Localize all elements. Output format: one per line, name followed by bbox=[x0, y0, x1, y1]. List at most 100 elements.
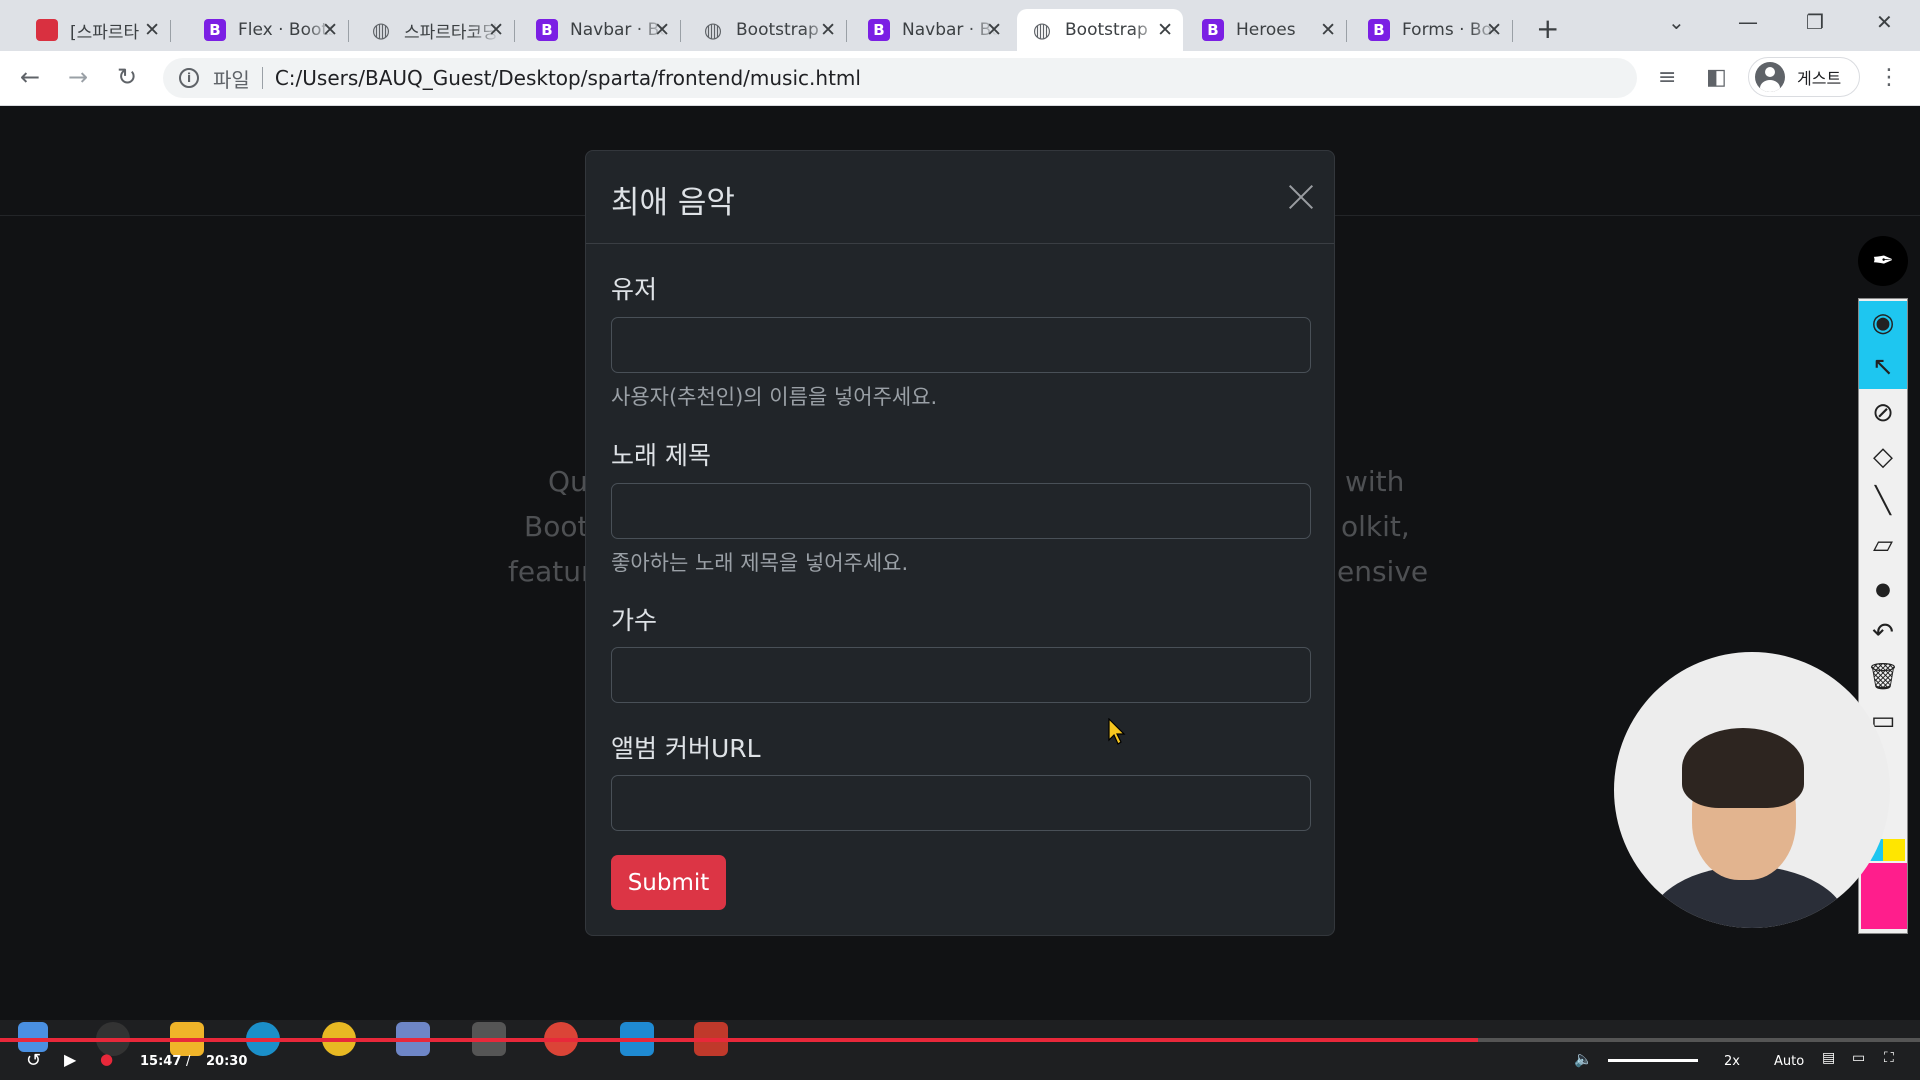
trash-icon[interactable]: 🗑 bbox=[1859, 655, 1907, 699]
address-scheme-label: 파일 bbox=[213, 67, 250, 92]
reading-list-icon[interactable]: ≡ bbox=[1658, 65, 1676, 90]
menu-kebab-icon[interactable]: ⋮ bbox=[1878, 65, 1900, 90]
current-time: 15:47 bbox=[140, 1054, 182, 1069]
close-tab-icon[interactable]: ✕ bbox=[986, 19, 1002, 41]
globe-icon: ◍ bbox=[1032, 18, 1052, 42]
seek-progress bbox=[0, 1038, 1479, 1042]
close-tab-icon[interactable]: ✕ bbox=[1486, 19, 1502, 41]
play-icon[interactable]: ▶ bbox=[64, 1050, 76, 1069]
tab-title: Bootstrap bbox=[736, 20, 819, 40]
address-url[interactable]: C:/Users/BAUQ_Guest/Desktop/sparta/front… bbox=[275, 66, 861, 90]
fullscreen-icon[interactable]: ⛶ bbox=[1884, 1050, 1894, 1066]
color-swatch-magenta[interactable] bbox=[1861, 863, 1907, 929]
bootstrap-icon: B bbox=[868, 19, 890, 41]
close-tab-icon[interactable]: ✕ bbox=[144, 19, 160, 41]
close-tab-icon[interactable]: ✕ bbox=[1157, 19, 1173, 41]
highlighter-icon[interactable]: ◇ bbox=[1859, 435, 1907, 479]
bootstrap-icon: B bbox=[536, 19, 558, 41]
hero-text-fragment: ensive bbox=[1337, 555, 1429, 588]
hero-text-fragment: featur bbox=[508, 555, 593, 588]
tab-bootstrap[interactable]: ◍ Bootstrap ✕ bbox=[688, 9, 847, 51]
eraser-icon[interactable]: ▱ bbox=[1859, 523, 1907, 567]
album-cover-url-label: 앨범 커버URL bbox=[611, 734, 761, 763]
user-label: 유저 bbox=[611, 275, 658, 304]
close-tab-icon[interactable]: ✕ bbox=[322, 19, 338, 41]
browser-tab-strip: [스파르타 ✕ B Flex · Bootstrap ✕ ◍ 스파르타코딩 ✕ … bbox=[0, 0, 1920, 51]
address-bar[interactable]: i 파일 C:/Users/BAUQ_Guest/Desktop/sparta/… bbox=[163, 58, 1637, 98]
tab-title: Forms · Bootstrap bbox=[1402, 20, 1498, 40]
user-help-text: 사용자(추천인)의 이름을 넣어주세요. bbox=[611, 385, 938, 409]
hero-text-fragment: Boot bbox=[524, 510, 589, 543]
globe-icon: ◍ bbox=[703, 18, 723, 42]
new-tab-icon[interactable]: + bbox=[1536, 12, 1559, 45]
song-title-label: 노래 제목 bbox=[611, 441, 711, 470]
tab-title: 스파르타코딩 bbox=[404, 22, 498, 43]
video-player-bar: ↺ ▶ ● 15:47 / 20:30 🔈 2x Auto ▤ ▭ ⛶ bbox=[0, 1020, 1920, 1080]
webcam-overlay bbox=[1614, 652, 1890, 928]
reload-icon[interactable]: ↻ bbox=[117, 63, 137, 91]
dot-size-icon[interactable]: ● bbox=[1859, 567, 1907, 611]
tab-search-chevron-icon[interactable]: ⌄ bbox=[1668, 10, 1685, 34]
time-separator: / bbox=[186, 1054, 191, 1069]
tab-navbar-bootstrap[interactable]: B Navbar · Bootstrap ✕ bbox=[522, 9, 681, 51]
pointer-arrow-icon[interactable]: ↖ bbox=[1859, 345, 1907, 389]
info-icon[interactable]: i bbox=[179, 68, 199, 88]
tab-forms-bootstrap[interactable]: B Forms · Bootstrap ✕ bbox=[1354, 9, 1513, 51]
bootstrap-icon: B bbox=[204, 19, 226, 41]
back-arrow-icon[interactable]: ← bbox=[20, 63, 40, 91]
tab-title: Flex · Bootstrap bbox=[238, 20, 334, 40]
tab-title: Heroes bbox=[1236, 20, 1296, 40]
close-tab-icon[interactable]: ✕ bbox=[654, 19, 670, 41]
favorite-music-modal: 최애 음악 유저 사용자(추천인)의 이름을 넣어주세요. 노래 제목 좋아하는… bbox=[585, 150, 1335, 936]
volume-slider[interactable] bbox=[1608, 1059, 1698, 1062]
playback-speed[interactable]: 2x bbox=[1724, 1054, 1740, 1069]
tab-navbar-bootstrap-2[interactable]: B Navbar · Bootstrap ✕ bbox=[854, 9, 1012, 51]
side-panel-icon[interactable]: ◧ bbox=[1706, 65, 1727, 90]
windows-start-icon[interactable] bbox=[18, 1022, 48, 1052]
replay-icon[interactable]: ↺ bbox=[26, 1050, 41, 1071]
tab-sparta-coding[interactable]: ◍ 스파르타코딩 ✕ bbox=[356, 9, 515, 51]
eye-icon[interactable]: ◉ bbox=[1859, 301, 1907, 345]
globe-icon: ◍ bbox=[371, 18, 391, 42]
song-title-help-text: 좋아하는 노래 제목을 넣어주세요. bbox=[611, 551, 909, 575]
submit-button[interactable]: Submit bbox=[611, 855, 726, 910]
album-cover-url-input[interactable] bbox=[611, 775, 1311, 831]
theater-mode-icon[interactable]: ▭ bbox=[1852, 1050, 1865, 1066]
pen-nib-icon[interactable]: ✒ bbox=[1858, 236, 1908, 286]
quality-setting[interactable]: Auto bbox=[1774, 1054, 1804, 1069]
tab-heroes[interactable]: B Heroes ✕ bbox=[1188, 9, 1347, 51]
color-swatch-yellow[interactable] bbox=[1883, 839, 1905, 861]
tab-bootstrap-active[interactable]: ◍ Bootstrap ✕ bbox=[1017, 9, 1183, 51]
tab-title: Navbar · Bootstrap bbox=[570, 20, 666, 40]
pen-tool-icon[interactable]: ⊘ bbox=[1859, 391, 1907, 435]
tab-title: Navbar · Bootstrap bbox=[902, 20, 998, 40]
forward-arrow-icon[interactable]: → bbox=[68, 63, 88, 91]
close-tab-icon[interactable]: ✕ bbox=[820, 19, 836, 41]
volume-icon[interactable]: 🔈 bbox=[1574, 1050, 1593, 1068]
profile-button[interactable]: 게스트 bbox=[1748, 57, 1860, 97]
user-input[interactable] bbox=[611, 317, 1311, 373]
close-tab-icon[interactable]: ✕ bbox=[1320, 19, 1336, 41]
subtitles-icon[interactable]: ▤ bbox=[1822, 1050, 1835, 1066]
red-book-icon bbox=[36, 19, 58, 41]
browser-toolbar: ← → ↻ i 파일 C:/Users/BAUQ_Guest/Desktop/s… bbox=[0, 51, 1920, 106]
mouse-cursor-icon bbox=[1108, 718, 1126, 745]
window-close-icon[interactable]: ✕ bbox=[1876, 10, 1893, 34]
record-icon[interactable]: ● bbox=[100, 1050, 113, 1068]
artist-label: 가수 bbox=[611, 606, 658, 635]
close-icon[interactable] bbox=[1283, 179, 1319, 215]
modal-title: 최애 음악 bbox=[611, 185, 735, 221]
artist-input[interactable] bbox=[611, 647, 1311, 703]
line-tool-icon[interactable]: ╲ bbox=[1859, 479, 1907, 523]
minimize-icon[interactable]: — bbox=[1738, 10, 1758, 34]
close-tab-icon[interactable]: ✕ bbox=[488, 19, 504, 41]
modal-header: 최애 음악 bbox=[586, 151, 1334, 244]
tab-sparta[interactable]: [스파르타 ✕ bbox=[22, 9, 171, 51]
undo-icon[interactable]: ↶ bbox=[1859, 611, 1907, 655]
profile-label: 게스트 bbox=[1797, 69, 1842, 88]
song-title-input[interactable] bbox=[611, 483, 1311, 539]
tab-flex-bootstrap[interactable]: B Flex · Bootstrap ✕ bbox=[190, 9, 349, 51]
avatar-icon bbox=[1755, 62, 1785, 92]
restore-icon[interactable]: ❐ bbox=[1806, 10, 1824, 34]
tab-title: Bootstrap bbox=[1065, 20, 1148, 40]
